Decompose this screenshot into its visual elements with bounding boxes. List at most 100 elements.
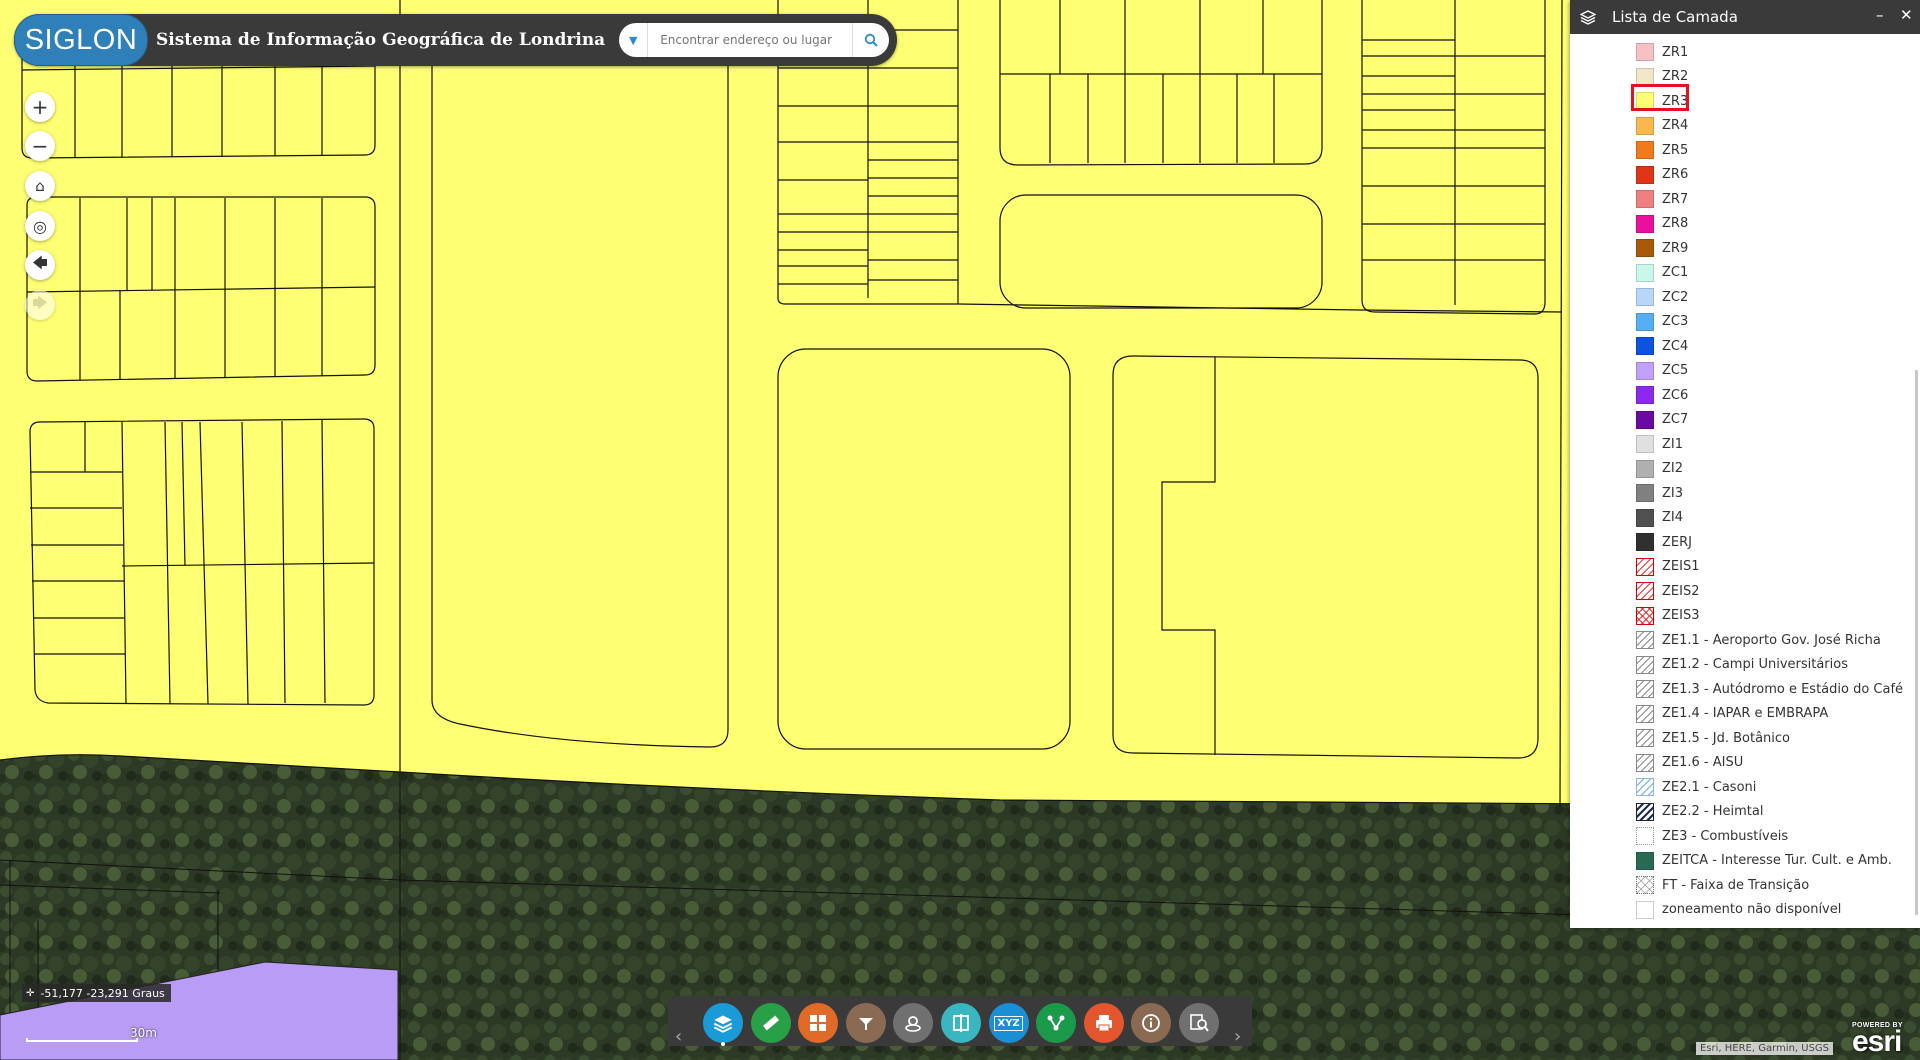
legend-item[interactable]: ZERJ <box>1570 530 1920 555</box>
legend-item[interactable]: ZC1 <box>1570 261 1920 286</box>
print-icon <box>1093 1012 1115 1034</box>
locate-button[interactable]: ◎ <box>25 211 55 241</box>
legend-swatch <box>1636 214 1654 233</box>
legend-item[interactable]: ZEIS2 <box>1570 579 1920 604</box>
legend-item[interactable]: FT - Faixa de Transição <box>1570 873 1920 898</box>
legend-item[interactable]: ZEIS3 <box>1570 604 1920 629</box>
legend-item[interactable]: ZE1.6 - AISU <box>1570 751 1920 776</box>
legend-item[interactable]: ZR5 <box>1570 138 1920 163</box>
query-tool[interactable] <box>1179 1003 1219 1043</box>
forward-icon: 🡆 <box>32 293 48 312</box>
legend-item[interactable]: ZC5 <box>1570 359 1920 384</box>
legend-label: ZC4 <box>1662 338 1689 354</box>
legend-item[interactable]: ZR9 <box>1570 236 1920 261</box>
legend-swatch <box>1636 459 1654 478</box>
search-input[interactable] <box>648 25 853 55</box>
legend-item[interactable]: ZI4 <box>1570 506 1920 531</box>
search-map-icon <box>1188 1012 1210 1034</box>
legend-label: ZE3 - Combustíveis <box>1662 828 1789 844</box>
legend-label: FT - Faixa de Transição <box>1662 877 1810 893</box>
legend-swatch <box>1636 827 1654 846</box>
app-logo[interactable]: SIGLON <box>14 14 148 66</box>
close-icon[interactable]: ✕ <box>1900 6 1913 24</box>
legend-label: ZR9 <box>1662 240 1689 256</box>
home-icon: ⌂ <box>35 177 45 195</box>
legend-item[interactable]: ZE2.1 - Casoni <box>1570 775 1920 800</box>
attribution: Esri, HERE, Garmin, USGS <box>1696 1042 1834 1055</box>
layer-list-title: Lista de Camada <box>1612 8 1738 26</box>
legend-item[interactable]: ZI1 <box>1570 432 1920 457</box>
legend-item[interactable]: ZE3 - Combustíveis <box>1570 824 1920 849</box>
legend-swatch <box>1636 263 1654 282</box>
ruler-icon <box>760 1012 782 1034</box>
filter-tool[interactable] <box>845 1003 886 1043</box>
zoom-in-button[interactable]: + <box>25 92 55 122</box>
legend-item[interactable]: ZR4 <box>1570 114 1920 139</box>
draw-icon <box>902 1012 924 1034</box>
legend-item[interactable]: ZE1.1 - Aeroporto Gov. José Richa <box>1570 628 1920 653</box>
coordinate-tool[interactable]: XYZ <box>988 1003 1029 1043</box>
search-source-dropdown[interactable]: ▼ <box>619 23 649 57</box>
legend-item[interactable]: ZEIS1 <box>1570 555 1920 580</box>
legend-item[interactable]: ZE1.4 - IAPAR e EMBRAPA <box>1570 702 1920 727</box>
legend-item[interactable]: ZC7 <box>1570 408 1920 433</box>
legend-item[interactable]: ZR3 <box>1570 89 1920 114</box>
legend-item[interactable]: ZC6 <box>1570 383 1920 408</box>
legend-item[interactable]: ZE1.2 - Campi Universitários <box>1570 653 1920 678</box>
legend-label: ZE2.1 - Casoni <box>1662 779 1757 795</box>
legend-swatch <box>1636 361 1654 380</box>
search-button[interactable] <box>852 23 889 57</box>
legend-item[interactable]: ZR6 <box>1570 163 1920 188</box>
zoom-out-button[interactable]: − <box>25 131 55 161</box>
legend-label: ZE1.2 - Campi Universitários <box>1662 657 1848 673</box>
legend-label: ZR1 <box>1662 44 1689 60</box>
swipe-tool[interactable] <box>941 1003 981 1043</box>
legend-item[interactable]: ZI3 <box>1570 481 1920 506</box>
layer-list-tool[interactable] <box>703 1003 743 1043</box>
legend-list: ZR1 ZR2 ZR3 ZR4 ZR5 ZR6 ZR7 ZR8 ZR9 ZC1 ZC2 ZC3 ZC4 Z… <box>1570 40 1920 922</box>
legend-item[interactable]: ZR2 <box>1570 65 1920 90</box>
legend-label: ZC6 <box>1662 387 1689 403</box>
legend-item[interactable]: ZE1.3 - Autódromo e Estádio do Café <box>1570 677 1920 702</box>
legend-item[interactable]: ZE1.5 - Jd. Botânico <box>1570 726 1920 751</box>
legend-item[interactable]: ZE2.2 - Heimtal <box>1570 800 1920 825</box>
legend-swatch <box>1636 900 1654 919</box>
legend-item[interactable]: ZEITCA - Interesse Tur. Cult. e Amb. <box>1570 849 1920 874</box>
legend-swatch <box>1636 680 1654 699</box>
legend-item[interactable]: ZC3 <box>1570 310 1920 335</box>
legend-label: ZE1.4 - IAPAR e EMBRAPA <box>1662 706 1829 722</box>
legend-label: ZR4 <box>1662 118 1689 134</box>
legend-label: ZE1.5 - Jd. Botânico <box>1662 730 1790 746</box>
legend-swatch <box>1636 484 1654 503</box>
legend-label: ZC3 <box>1662 314 1689 330</box>
legend-item[interactable]: ZR8 <box>1570 212 1920 237</box>
scrollbar[interactable] <box>1915 370 1918 915</box>
legend-swatch <box>1636 116 1654 135</box>
legend-item[interactable]: ZC4 <box>1570 334 1920 359</box>
swipe-icon <box>950 1012 972 1034</box>
legend-item[interactable]: ZR7 <box>1570 187 1920 212</box>
print-tool[interactable] <box>1083 1003 1124 1043</box>
legend-item[interactable]: ZI2 <box>1570 457 1920 482</box>
legend-swatch <box>1636 386 1654 405</box>
legend-item[interactable]: ZC2 <box>1570 285 1920 310</box>
measure-tool[interactable] <box>750 1003 791 1043</box>
minimize-icon[interactable]: – <box>1876 6 1884 24</box>
legend-swatch <box>1636 288 1654 307</box>
legend-swatch <box>1636 557 1654 576</box>
share-tool[interactable] <box>1036 1003 1077 1043</box>
legend-label: ZE1.6 - AISU <box>1662 755 1744 771</box>
coordinate-readout[interactable]: ✛ -51,177 -23,291 Graus <box>22 984 171 1002</box>
back-button[interactable]: 🡄 <box>25 250 55 280</box>
toolbar-next-arrow[interactable]: › <box>1234 1026 1241 1047</box>
legend-label: ZERJ <box>1662 534 1692 550</box>
home-button[interactable]: ⌂ <box>25 171 55 201</box>
legend-label: ZEIS3 <box>1662 608 1700 624</box>
search-box: ▼ <box>619 23 890 57</box>
basemap-gallery-tool[interactable] <box>798 1003 839 1043</box>
legend-item[interactable]: ZR1 <box>1570 40 1920 65</box>
legend-label: ZC2 <box>1662 289 1689 305</box>
toolbar-prev-arrow[interactable]: ‹ <box>675 1026 682 1047</box>
forward-button[interactable]: 🡆 <box>25 290 55 320</box>
legend-item[interactable]: zoneamento não disponível <box>1570 898 1920 923</box>
